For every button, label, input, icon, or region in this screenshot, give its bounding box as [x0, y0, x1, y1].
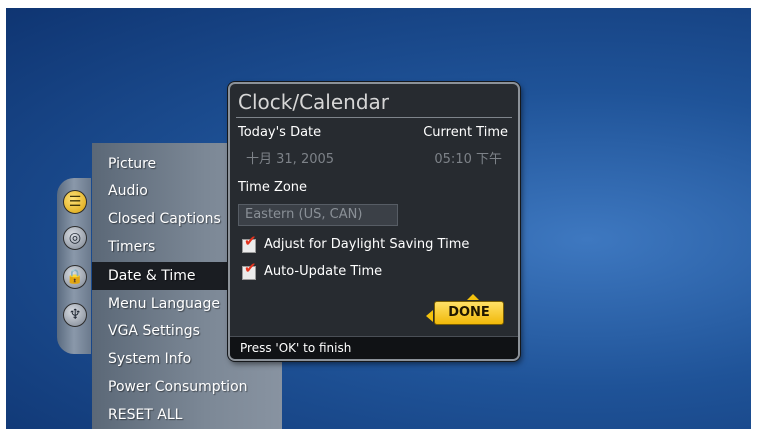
plug-icon[interactable]: ♆: [63, 303, 87, 327]
todays-date-label: Today's Date: [238, 125, 322, 140]
clock-calendar-dialog: Clock/Calendar Today's Date Current Time…: [228, 82, 520, 361]
category-icon-strip: ☰ ◎ 🔒 ♆: [57, 178, 91, 354]
done-control: DONE: [426, 294, 506, 330]
current-time-label: Current Time: [423, 125, 508, 140]
time-zone-label: Time Zone: [238, 180, 308, 195]
checkmark-icon: ✔: [244, 232, 257, 250]
up-arrow-icon: [467, 294, 479, 300]
lock-icon[interactable]: 🔒: [63, 265, 87, 289]
tv-screen: ☰ ◎ 🔒 ♆ Picture Audio Closed Captions Ti…: [6, 8, 751, 429]
current-time-value: 05:10 下午: [434, 152, 502, 167]
daylight-saving-label: Adjust for Daylight Saving Time: [264, 237, 470, 252]
auto-update-label: Auto-Update Time: [264, 264, 383, 279]
menu-item-reset-all[interactable]: RESET ALL: [92, 401, 282, 429]
settings-icon[interactable]: ☰: [63, 190, 87, 214]
antenna-icon[interactable]: ◎: [63, 226, 87, 250]
auto-update-checkbox[interactable]: ✔: [242, 261, 257, 280]
checkmark-icon: ✔: [244, 259, 257, 277]
title-divider: [236, 117, 512, 118]
left-arrow-icon: [426, 310, 433, 322]
todays-date-value: 十月 31, 2005: [246, 152, 335, 167]
daylight-saving-checkbox[interactable]: ✔: [242, 234, 257, 253]
status-hint: Press 'OK' to finish: [230, 336, 518, 359]
done-button[interactable]: DONE: [434, 301, 504, 325]
dialog-title: Clock/Calendar: [238, 90, 390, 114]
time-zone-field[interactable]: Eastern (US, CAN): [238, 204, 398, 226]
menu-item-power-consumption[interactable]: Power Consumption: [92, 373, 282, 401]
